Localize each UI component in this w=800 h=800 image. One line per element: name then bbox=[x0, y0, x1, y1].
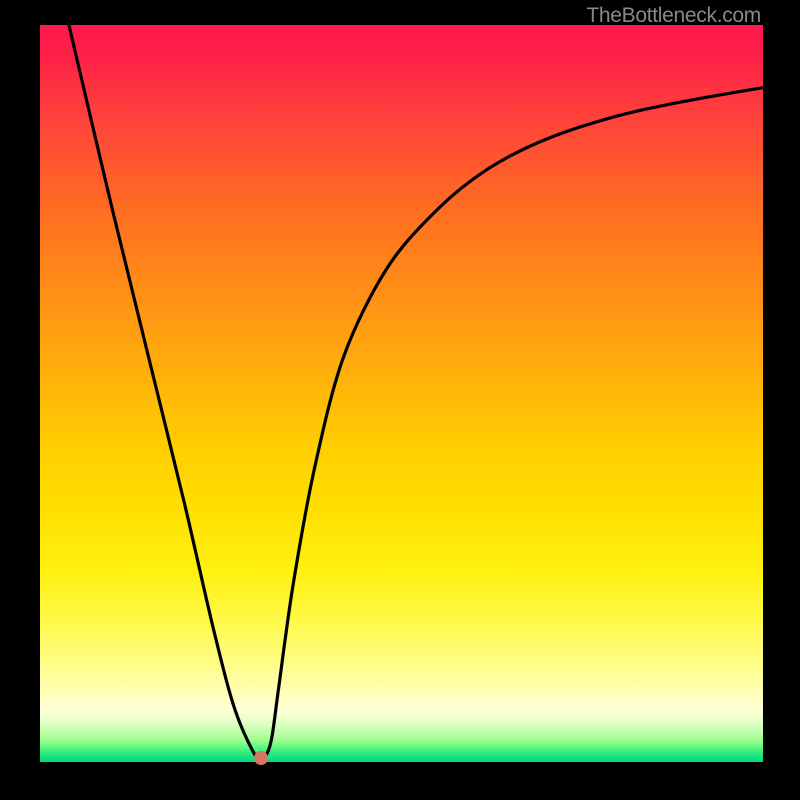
bottleneck-curve bbox=[69, 25, 763, 762]
plot-area bbox=[40, 25, 763, 762]
minimum-point-dot bbox=[254, 751, 268, 765]
curve-svg bbox=[40, 25, 763, 762]
chart-container: TheBottleneck.com bbox=[0, 0, 800, 800]
